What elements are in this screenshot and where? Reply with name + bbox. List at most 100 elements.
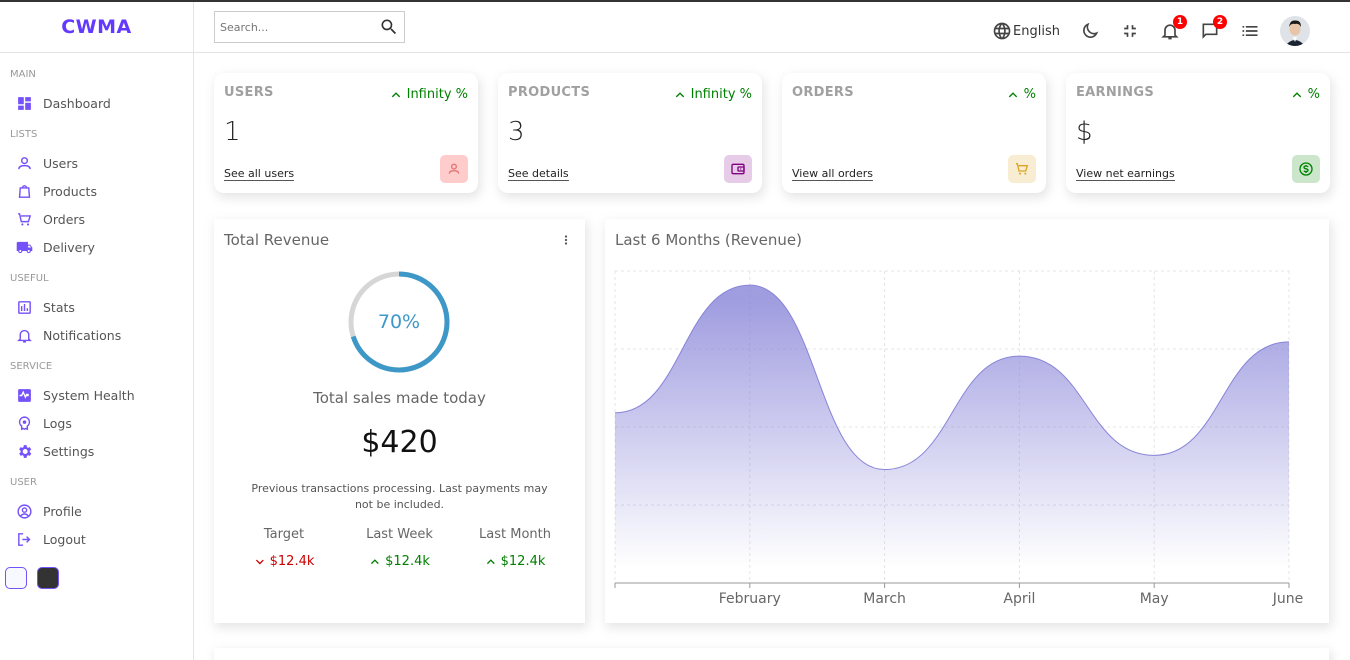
summary-result: $12.4k — [350, 554, 450, 569]
revenue-area — [615, 285, 1289, 583]
summary-value: $12.4k — [385, 554, 430, 569]
logo[interactable]: CWMA — [61, 16, 132, 38]
summary-value: $12.4k — [269, 554, 315, 569]
search-input[interactable] — [215, 20, 379, 34]
notifications-count: 1 — [1173, 15, 1187, 29]
truck-icon — [16, 241, 33, 253]
summary-result: $12.4k — [465, 554, 565, 569]
sidebar-item-logout[interactable]: Logout — [10, 525, 193, 553]
globe-icon — [993, 22, 1011, 40]
summary-item: Target $12.4k — [234, 527, 334, 569]
widget-value: 1 — [224, 117, 241, 147]
revenue-chart-card: Last 6 Months (Revenue) February March Apr… — [605, 219, 1329, 623]
widget-percentage-value: Infinity % — [690, 87, 752, 102]
x-tick-label: February — [719, 591, 781, 607]
sidebar-item-system-health[interactable]: System Health — [10, 381, 193, 409]
widget-title: EARNINGS — [1076, 85, 1154, 100]
cart-icon — [18, 212, 32, 226]
widget-link[interactable]: See all users — [224, 167, 295, 181]
summary-result: $12.4k — [234, 554, 334, 569]
messages-count: 2 — [1213, 15, 1227, 29]
messages-button[interactable]: 2 — [1200, 15, 1227, 41]
summary-title: Last Week — [366, 527, 433, 542]
fullscreen-exit-button[interactable] — [1120, 21, 1140, 41]
sidebar-item-logs[interactable]: Logs — [10, 409, 193, 437]
x-tick-label: April — [1003, 591, 1035, 607]
user-icon — [18, 156, 31, 169]
widget-value: $ — [1076, 117, 1093, 147]
widget-percentage-value: % — [1023, 87, 1036, 102]
summary: Target $12.4k Last Week $12.4k Last Mont… — [224, 527, 575, 569]
sidebar-item-label: Stats — [43, 299, 75, 315]
topbar: English 1 2 — [194, 2, 1350, 53]
sidebar-item-label: Orders — [43, 211, 86, 227]
chart-icon — [18, 300, 31, 314]
nav-section-title: SERVICE — [10, 361, 53, 372]
widget-link[interactable]: View all orders — [792, 167, 874, 181]
widget-orders: ORDERS % View all orders — [782, 73, 1046, 193]
sales-description: Previous transactions processing. Last p… — [251, 482, 548, 511]
avatar-image — [1280, 16, 1310, 46]
sidebar-item-label: Products — [43, 183, 97, 199]
summary-item: Last Month $12.4k — [465, 527, 565, 569]
widget-title: ORDERS — [792, 85, 854, 100]
summary-value: $12.4k — [500, 554, 546, 569]
nav-section-title: MAIN — [10, 69, 36, 80]
sidebar-item-label: Delivery — [43, 239, 95, 255]
sales-amount: $420 — [361, 425, 438, 460]
card-title: Total Revenue — [224, 231, 330, 249]
health-icon — [18, 388, 31, 402]
more-vert-icon[interactable] — [559, 233, 573, 247]
list-menu-button[interactable] — [1240, 21, 1260, 41]
summary-item: Last Week $12.4k — [350, 527, 450, 569]
widget-percentage-value: Infinity % — [406, 87, 468, 102]
person-icon — [448, 163, 460, 174]
nav-section-title: USER — [10, 477, 37, 488]
sidebar-item-products[interactable]: Products — [10, 177, 193, 205]
widget-percentage: % — [1290, 87, 1320, 102]
theme-switcher — [5, 567, 193, 589]
widget-users: USERS Infinity % 1 See all users — [214, 73, 478, 193]
dark-theme-button[interactable] — [37, 567, 59, 589]
sidebar-item-label: Settings — [43, 443, 95, 459]
widget-title: PRODUCTS — [508, 85, 591, 100]
widget-link[interactable]: See details — [508, 167, 569, 181]
next-card-edge — [214, 648, 1329, 660]
sidebar-item-settings[interactable]: Settings — [10, 437, 193, 465]
x-tick-label: March — [863, 591, 906, 607]
search-icon[interactable] — [379, 17, 399, 37]
sidebar-item-orders[interactable]: Orders — [10, 205, 193, 233]
sidebar-item-stats[interactable]: Stats — [10, 293, 193, 321]
notifications-button[interactable]: 1 — [1160, 15, 1187, 41]
logout-icon — [18, 532, 31, 546]
widget-icon-box — [1292, 155, 1320, 183]
widget-percentage: % — [1006, 87, 1036, 102]
sidebar-item-delivery[interactable]: Delivery — [10, 233, 193, 261]
widget-link[interactable]: View net earnings — [1076, 167, 1175, 181]
sales-subtitle: Total sales made today — [313, 389, 486, 407]
widgets-row: USERS Infinity % 1 See all users PRODUCT… — [214, 73, 1330, 193]
light-theme-button[interactable] — [5, 567, 27, 589]
profile-icon — [17, 503, 32, 519]
sidebar-item-profile[interactable]: Profile — [10, 497, 193, 525]
chevron-down-icon — [255, 559, 264, 564]
list-icon — [1242, 26, 1258, 36]
sidebar-item-users[interactable]: Users — [10, 149, 193, 177]
fullscreen-exit-icon — [1124, 25, 1136, 37]
topbar-items: English 1 2 — [972, 15, 1310, 46]
widget-percentage-value: % — [1307, 87, 1320, 102]
moon-icon — [1083, 22, 1099, 38]
sidebar: CWMA MAIN Dashboard LISTS Users Products Orde… — [0, 2, 194, 660]
widget-percentage: Infinity % — [673, 87, 752, 102]
sidebar-item-label: Dashboard — [43, 95, 111, 111]
sidebar-item-dashboard[interactable]: Dashboard — [10, 89, 193, 117]
summary-title: Last Month — [479, 527, 551, 542]
x-tick-label: June — [1272, 591, 1304, 607]
dark-mode-toggle[interactable] — [1080, 21, 1100, 41]
chevron-up-icon — [371, 558, 379, 564]
avatar[interactable] — [1280, 16, 1310, 46]
sidebar-item-notifications[interactable]: Notifications — [10, 321, 193, 349]
widget-title: USERS — [224, 85, 274, 100]
language-selector[interactable]: English — [992, 21, 1060, 41]
widget-icon-box — [440, 155, 468, 183]
